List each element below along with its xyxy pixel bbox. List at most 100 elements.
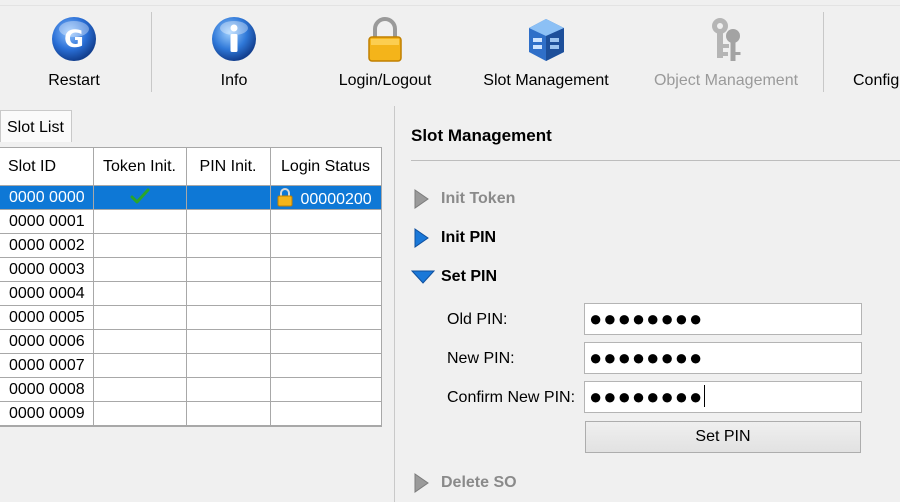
login-status-cell: [270, 401, 382, 426]
slot-management-icon: [529, 19, 564, 61]
table-row[interactable]: 0000 0007: [0, 353, 382, 378]
login-status-cell: [270, 257, 382, 282]
slot-id-cell: 0000 0004: [0, 281, 94, 306]
tab-slot-list[interactable]: Slot List: [0, 110, 72, 142]
token-init-cell: [93, 401, 187, 426]
old-pin-field[interactable]: ●●●●●●●●: [584, 303, 862, 335]
config-button[interactable]: Config: [853, 10, 900, 92]
confirm-pin-value: ●●●●●●●●: [589, 384, 704, 409]
pin-init-cell: [186, 257, 271, 282]
table-row[interactable]: 0000 0002: [0, 233, 382, 258]
slot-management-label: Slot Management: [483, 72, 609, 89]
confirm-pin-field[interactable]: ●●●●●●●●: [584, 381, 862, 413]
restart-button[interactable]: G Restart: [24, 10, 124, 92]
table-header-row: Slot ID Token Init. PIN Init. Login Stat…: [0, 148, 382, 186]
slot-id-cell: 0000 0005: [0, 305, 94, 330]
slot-id-cell: 0000 0001: [0, 209, 94, 234]
tab-slot-list-label: Slot List: [7, 119, 64, 136]
pin-init-cell: [186, 281, 271, 306]
table-row[interactable]: 0000 0006: [0, 329, 382, 354]
keys-icon: [712, 18, 741, 61]
toolbar: G Restart Info Login/Logout Slot Managem…: [0, 0, 900, 100]
pin-init-cell: [186, 377, 271, 402]
text-caret: [704, 385, 706, 407]
new-pin-label: New PIN:: [447, 350, 515, 367]
section-delete-so-label: Delete SO: [441, 474, 517, 491]
section-init-pin-label: Init PIN: [441, 229, 497, 246]
expand-arrow-icon: [414, 473, 429, 493]
column-header-slot-id[interactable]: Slot ID: [0, 148, 94, 186]
restart-label: Restart: [48, 72, 100, 89]
padlock-icon: [368, 17, 402, 62]
table-row[interactable]: 0000 0008: [0, 377, 382, 402]
login-status-cell: [270, 353, 382, 378]
svg-text:G: G: [64, 25, 84, 53]
object-management-label: Object Management: [653, 72, 799, 89]
pin-init-cell: [186, 185, 271, 210]
set-pin-button[interactable]: Set PIN: [585, 421, 861, 453]
login-status-cell: [270, 377, 382, 402]
toolbar-separator: [151, 12, 152, 92]
table-row[interactable]: 0000 0001: [0, 209, 382, 234]
slot-id-cell: 0000 0002: [0, 233, 94, 258]
table-row[interactable]: 0000 0009: [0, 401, 382, 426]
toolbar-separator: [823, 12, 824, 92]
table-row-selected[interactable]: 0000 0000 00000200: [0, 185, 382, 210]
table-row[interactable]: 0000 0004: [0, 281, 382, 306]
login-status-cell: [270, 209, 382, 234]
column-header-pin-init[interactable]: PIN Init.: [186, 148, 271, 186]
slot-id-cell: 0000 0007: [0, 353, 94, 378]
column-header-login-status[interactable]: Login Status: [270, 148, 382, 186]
token-init-cell: [93, 185, 187, 210]
checkmark-icon: [130, 188, 149, 204]
table-row[interactable]: 0000 0003: [0, 257, 382, 282]
pin-init-cell: [186, 209, 271, 234]
login-logout-button[interactable]: Login/Logout: [330, 10, 440, 92]
slot-id-cell: 0000 0008: [0, 377, 94, 402]
token-init-cell: [93, 329, 187, 354]
login-logout-label: Login/Logout: [338, 72, 432, 89]
info-label: Info: [220, 72, 248, 89]
login-status-cell: [270, 305, 382, 330]
slot-id-cell: 0000 0003: [0, 257, 94, 282]
confirm-pin-label: Confirm New PIN:: [447, 389, 576, 406]
table-row[interactable]: 0000 0005: [0, 305, 382, 330]
pin-init-cell: [186, 233, 271, 258]
new-pin-value: ●●●●●●●●: [589, 345, 704, 370]
toolbar-top-border: [0, 5, 900, 6]
token-init-cell: [93, 377, 187, 402]
pin-init-cell: [186, 353, 271, 378]
slot-list-table: Slot ID Token Init. PIN Init. Login Stat…: [0, 147, 382, 427]
column-header-token-init[interactable]: Token Init.: [93, 148, 187, 186]
slot-management-title: Slot Management: [411, 126, 552, 145]
login-status-cell: [270, 233, 382, 258]
info-button[interactable]: Info: [184, 10, 284, 92]
pin-init-cell: [186, 305, 271, 330]
token-init-cell: [93, 233, 187, 258]
login-status-cell: [270, 281, 382, 306]
expand-arrow-icon: [414, 228, 429, 248]
info-icon: [212, 17, 256, 61]
section-set-pin-label: Set PIN: [441, 268, 498, 285]
login-status-text: 00000200: [300, 190, 372, 208]
slot-id-cell: 0000 0009: [0, 401, 94, 426]
pin-init-cell: [186, 401, 271, 426]
token-init-cell: [93, 257, 187, 282]
restart-icon: G: [52, 17, 96, 61]
object-management-button[interactable]: Object Management: [648, 10, 804, 92]
slot-id-cell: 0000 0006: [0, 329, 94, 354]
token-init-cell: [93, 281, 187, 306]
old-pin-label: Old PIN:: [447, 311, 508, 328]
pin-init-cell: [186, 329, 271, 354]
slot-management-button[interactable]: Slot Management: [476, 10, 616, 92]
config-label: Config: [853, 72, 900, 89]
slot-id-cell: 0000 0000: [0, 185, 94, 210]
token-init-cell: [93, 209, 187, 234]
old-pin-value: ●●●●●●●●: [589, 306, 704, 331]
collapse-arrow-icon: [411, 270, 435, 284]
token-init-cell: [93, 305, 187, 330]
token-init-cell: [93, 353, 187, 378]
new-pin-field[interactable]: ●●●●●●●●: [584, 342, 862, 374]
title-divider: [411, 160, 900, 161]
panel-splitter[interactable]: [394, 106, 395, 502]
